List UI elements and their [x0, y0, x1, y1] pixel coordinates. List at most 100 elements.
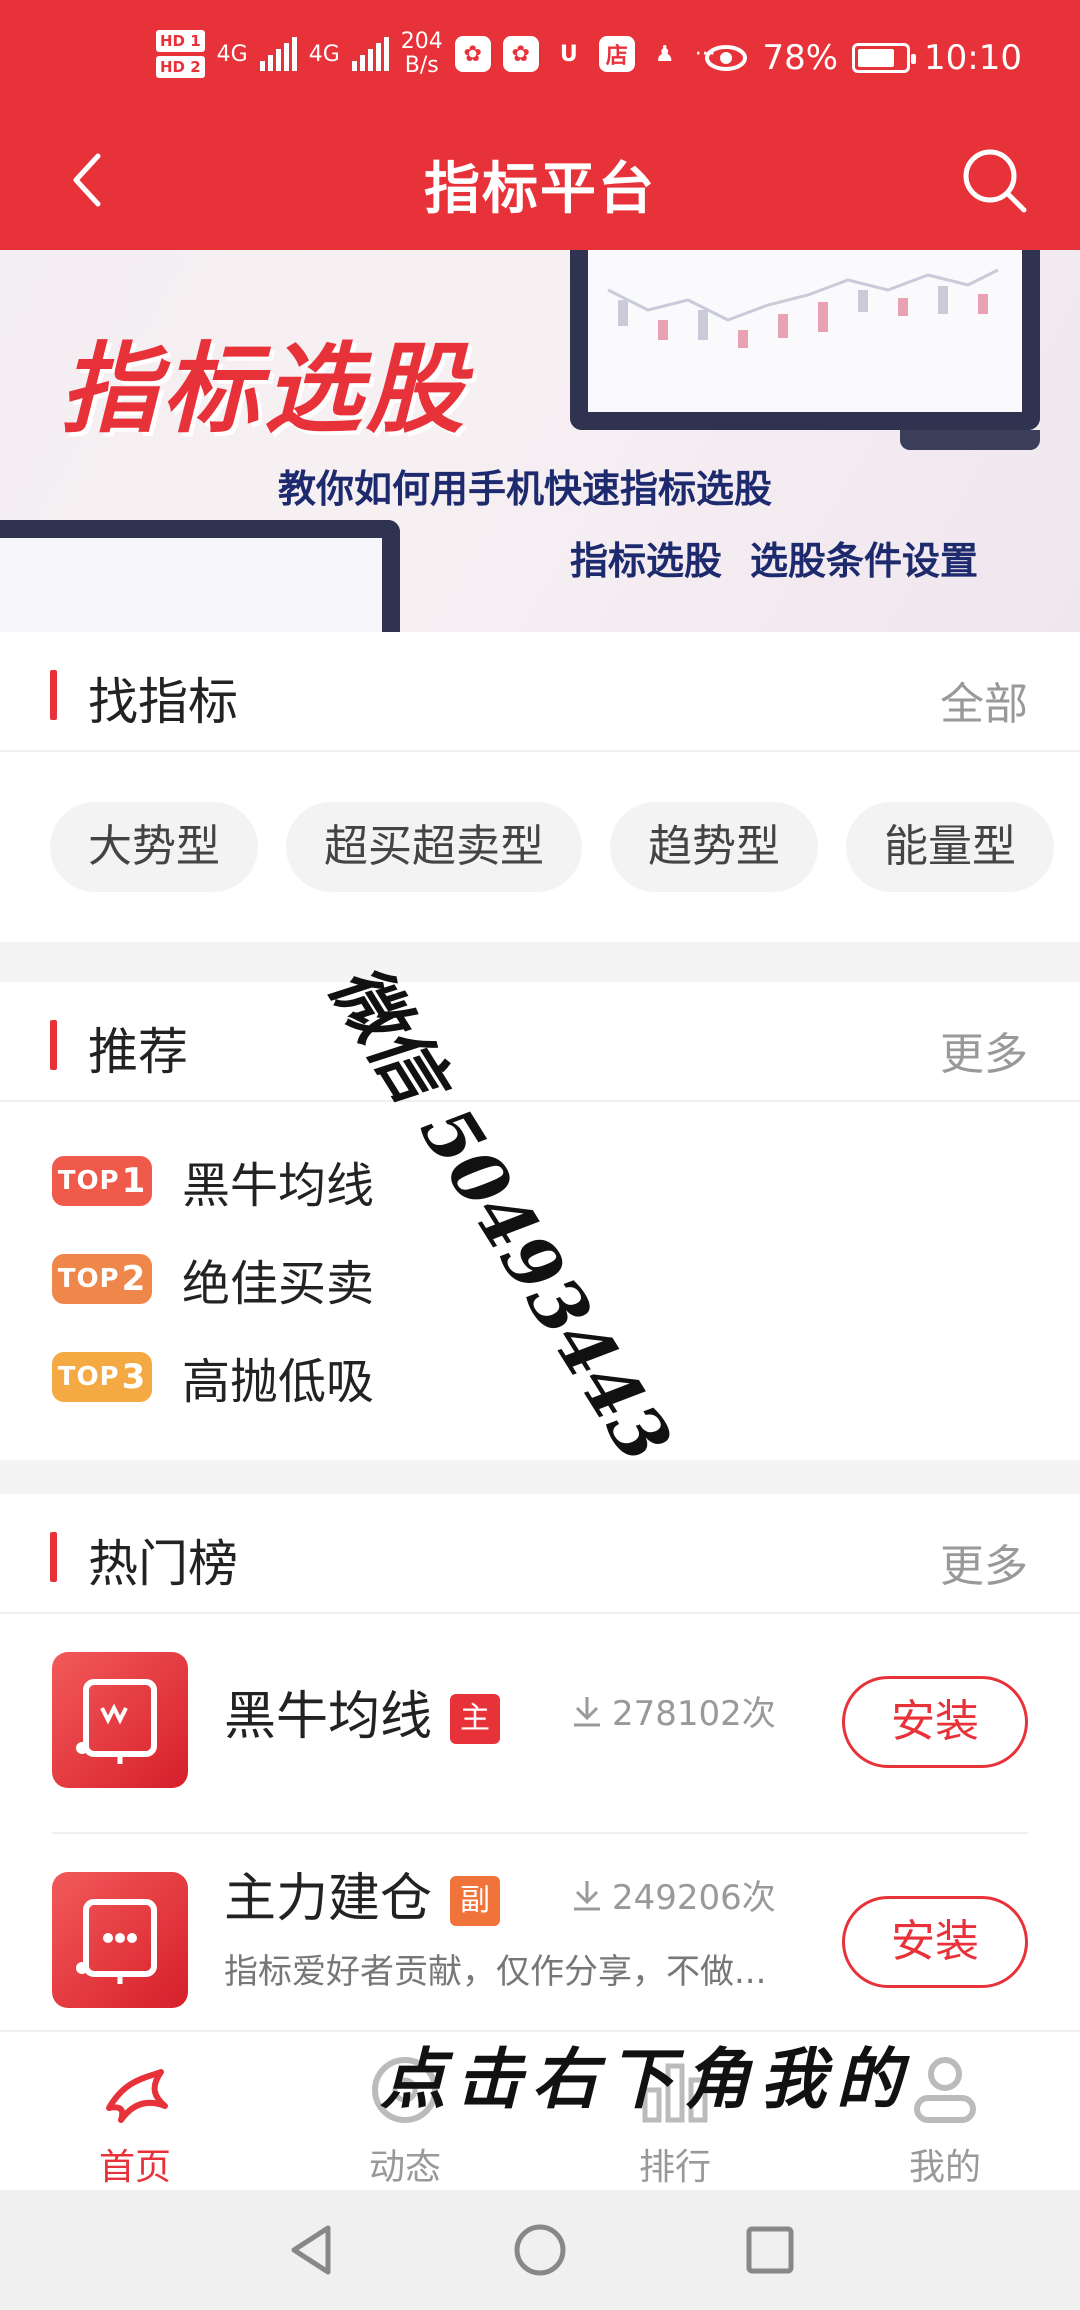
rank-badge: TOP 2	[52, 1254, 152, 1304]
find-indicator-section: 找指标 全部 大势型 超买超卖型 趋势型 能量型	[0, 632, 1080, 942]
store-icon: 店	[598, 36, 635, 72]
rank-number: 2	[121, 1259, 147, 1299]
candlestick-illustration	[607, 268, 999, 348]
hot-list-section: 热门榜 更多 黑牛均线主 278102次 安装 主力建仓副 249206次 安装…	[0, 1494, 1080, 2030]
signal-icon-2	[351, 37, 389, 71]
more-link[interactable]: 更多	[940, 1018, 1028, 1082]
section-accent-bar	[50, 670, 57, 720]
banner-tag: 选股条件设置	[750, 539, 979, 583]
rank-number: 1	[121, 1161, 147, 1201]
hd2-label: HD 2	[156, 56, 205, 78]
network-speed: 204 B/s	[401, 30, 443, 78]
download-count: 249206次	[572, 1870, 776, 1919]
hd1-label: HD 1	[156, 30, 205, 52]
list-item[interactable]: TOP 2 绝佳买卖	[0, 1230, 1080, 1328]
recommend-list: TOP 1 黑牛均线 TOP 2 绝佳买卖 TOP 3 高抛低吸	[0, 1102, 1080, 1446]
indicator-chart-icon	[76, 1679, 157, 1764]
app-header: HD 1 HD 2 4G 4G 204 B/s ✿ ✿ U 店 ♟ ··· 78…	[0, 0, 1080, 250]
indicator-title: 主力建仓	[224, 1869, 433, 1929]
status-right: 78% 10:10	[704, 38, 1022, 78]
install-button[interactable]: 安装	[842, 1676, 1028, 1768]
nav-item-ranking[interactable]: 排行	[540, 2032, 810, 2190]
secondary-tag: 副	[450, 1876, 501, 1926]
network-type-2: 4G	[308, 41, 340, 67]
battery-icon	[852, 43, 917, 73]
nav-label: 排行	[638, 2147, 711, 2188]
download-icon	[574, 1880, 600, 1910]
signal-icon-1	[259, 37, 297, 71]
ranking-icon	[642, 2063, 708, 2123]
battery-percent: 78%	[762, 38, 839, 78]
monitor-illustration	[0, 520, 400, 632]
page-title: 指标平台	[424, 157, 656, 222]
home-circle-icon[interactable]	[510, 2220, 570, 2280]
eye-comfort-icon	[705, 45, 748, 71]
bottom-nav: 首页 动态 排行 我的	[0, 2030, 1080, 2190]
nav-label: 我的	[908, 2147, 981, 2188]
view-all-link[interactable]: 全部	[940, 668, 1028, 732]
speed-unit: B/s	[404, 53, 439, 78]
notification-u-icon: U	[559, 41, 578, 67]
battery-fill	[858, 49, 894, 67]
section-title: 推荐	[88, 1023, 188, 1081]
promo-banner[interactable]: 指标选股 教你如何用手机快速指标选股 指标选股 选股条件设置	[0, 250, 1080, 632]
list-item[interactable]: TOP 3 高抛低吸	[0, 1328, 1080, 1426]
indicator-name: 黑牛均线主	[224, 1674, 501, 1749]
search-icon[interactable]	[958, 144, 1030, 216]
download-value: 278102次	[612, 1694, 776, 1734]
indicator-name: 主力建仓副	[224, 1856, 501, 1931]
download-icon	[574, 1696, 600, 1726]
speed-value: 204	[400, 29, 443, 54]
nav-item-home[interactable]: 首页	[0, 2032, 270, 2190]
system-nav-bar	[0, 2190, 1080, 2310]
category-chip[interactable]: 大势型	[50, 802, 258, 892]
title-bar: 指标平台	[0, 120, 1080, 250]
rank-badge-text: TOP	[57, 1264, 120, 1294]
indicator-app-icon	[52, 1652, 188, 1788]
banner-tag: 指标选股	[570, 539, 723, 583]
rank-badge: TOP 3	[52, 1352, 152, 1402]
indicator-name: 绝佳买卖	[182, 1256, 375, 1312]
section-title: 找指标	[88, 673, 238, 731]
indicator-title: 黑牛均线	[224, 1687, 433, 1747]
indicator-name: 高抛低吸	[182, 1354, 375, 1410]
moments-icon	[372, 2057, 438, 2123]
category-chip[interactable]: 趋势型	[610, 802, 818, 892]
indicator-app-icon	[52, 1872, 188, 2008]
category-chip[interactable]: 能量型	[846, 802, 1054, 892]
section-header: 推荐 更多	[0, 982, 1080, 1102]
list-item[interactable]: TOP 1 黑牛均线	[0, 1132, 1080, 1230]
indicator-description: 指标爱好者贡献，仅作分享，不做...	[224, 1952, 767, 1992]
notification-app-icon: ✿	[454, 36, 491, 72]
list-item[interactable]: 黑牛均线主 278102次 安装	[52, 1614, 1028, 1834]
rank-number: 3	[121, 1357, 147, 1397]
banner-subtitle: 教你如何用手机快速指标选股	[278, 467, 773, 511]
status-bar: HD 1 HD 2 4G 4G 204 B/s ✿ ✿ U 店 ♟ ··· 78…	[0, 0, 1080, 120]
indicator-name: 黑牛均线	[182, 1158, 375, 1214]
rank-badge-text: TOP	[57, 1166, 120, 1196]
more-link[interactable]: 更多	[940, 1530, 1028, 1594]
hd-indicators: HD 1 HD 2	[156, 30, 205, 78]
main-tag: 主	[450, 1694, 501, 1744]
monitor-illustration	[570, 250, 1040, 430]
home-icon	[106, 2069, 168, 2123]
nav-label: 首页	[98, 2147, 171, 2188]
monitor-stand	[900, 430, 1040, 450]
section-accent-bar	[50, 1532, 57, 1582]
list-item[interactable]: 主力建仓副 249206次 安装 指标爱好者贡献，仅作分享，不做...	[52, 1834, 1028, 2054]
banner-tags: 指标选股 选股条件设置	[570, 530, 978, 585]
section-header: 找指标 全部	[0, 632, 1080, 752]
back-triangle-icon[interactable]	[282, 2220, 342, 2280]
recommend-section: 推荐 更多 TOP 1 黑牛均线 TOP 2 绝佳买卖 TOP 3 高抛低吸	[0, 982, 1080, 1460]
section-header: 热门榜 更多	[0, 1494, 1080, 1614]
rank-badge-text: TOP	[57, 1362, 120, 1392]
install-button[interactable]: 安装	[842, 1896, 1028, 1988]
rank-badge: TOP 1	[52, 1156, 152, 1206]
category-chip[interactable]: 超买超卖型	[286, 802, 582, 892]
download-value: 249206次	[612, 1878, 776, 1918]
nav-item-profile[interactable]: 我的	[810, 2032, 1080, 2190]
category-chips: 大势型 超买超卖型 趋势型 能量型	[0, 752, 1080, 942]
clock: 10:10	[924, 38, 1022, 78]
nav-item-moments[interactable]: 动态	[270, 2032, 540, 2190]
recents-square-icon[interactable]	[740, 2220, 800, 2280]
